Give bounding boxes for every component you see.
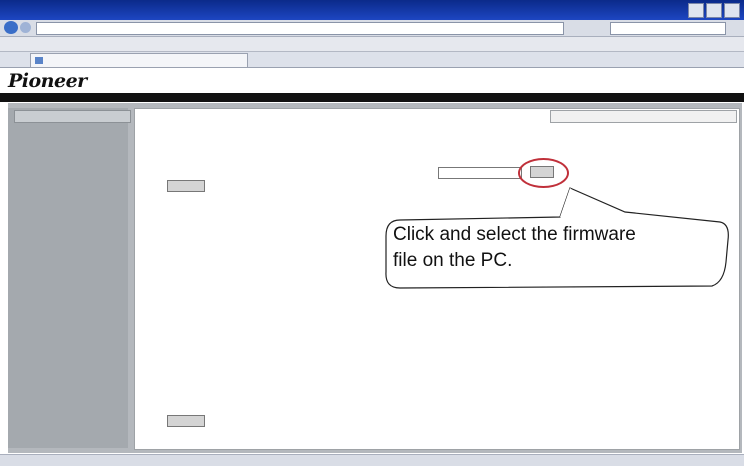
window-title-bar bbox=[0, 0, 744, 20]
highlight-ring bbox=[518, 158, 569, 188]
address-bar bbox=[0, 20, 744, 37]
links-bar bbox=[0, 37, 744, 52]
callout-line-1: Click and select the firmware bbox=[393, 224, 636, 245]
callout-text: Click and select the firmware file on th… bbox=[393, 222, 733, 274]
firmware-file-input[interactable] bbox=[438, 167, 522, 179]
status-bar bbox=[0, 454, 744, 466]
content-panel bbox=[134, 108, 740, 450]
sidebar-item-firmware-update[interactable] bbox=[14, 110, 131, 123]
header-band bbox=[0, 93, 744, 102]
upload-button[interactable] bbox=[167, 180, 205, 192]
search-input[interactable] bbox=[610, 22, 726, 35]
forward-arrow-icon[interactable] bbox=[20, 22, 31, 33]
page-title bbox=[550, 110, 737, 123]
pioneer-logo: Pioneer bbox=[8, 70, 87, 92]
window-controls bbox=[688, 3, 740, 18]
callout-line-2: file on the PC. bbox=[393, 250, 513, 271]
close-button[interactable] bbox=[724, 3, 740, 18]
page-icon bbox=[35, 57, 43, 64]
back-arrow-icon[interactable] bbox=[4, 21, 18, 34]
minimize-button[interactable] bbox=[688, 3, 704, 18]
browser-tab[interactable] bbox=[30, 53, 248, 67]
tab-bar bbox=[0, 52, 744, 68]
maximize-button[interactable] bbox=[706, 3, 722, 18]
restart-button[interactable] bbox=[167, 415, 205, 427]
sidebar bbox=[8, 108, 128, 448]
brand-band bbox=[0, 68, 744, 92]
url-field[interactable] bbox=[36, 22, 564, 35]
